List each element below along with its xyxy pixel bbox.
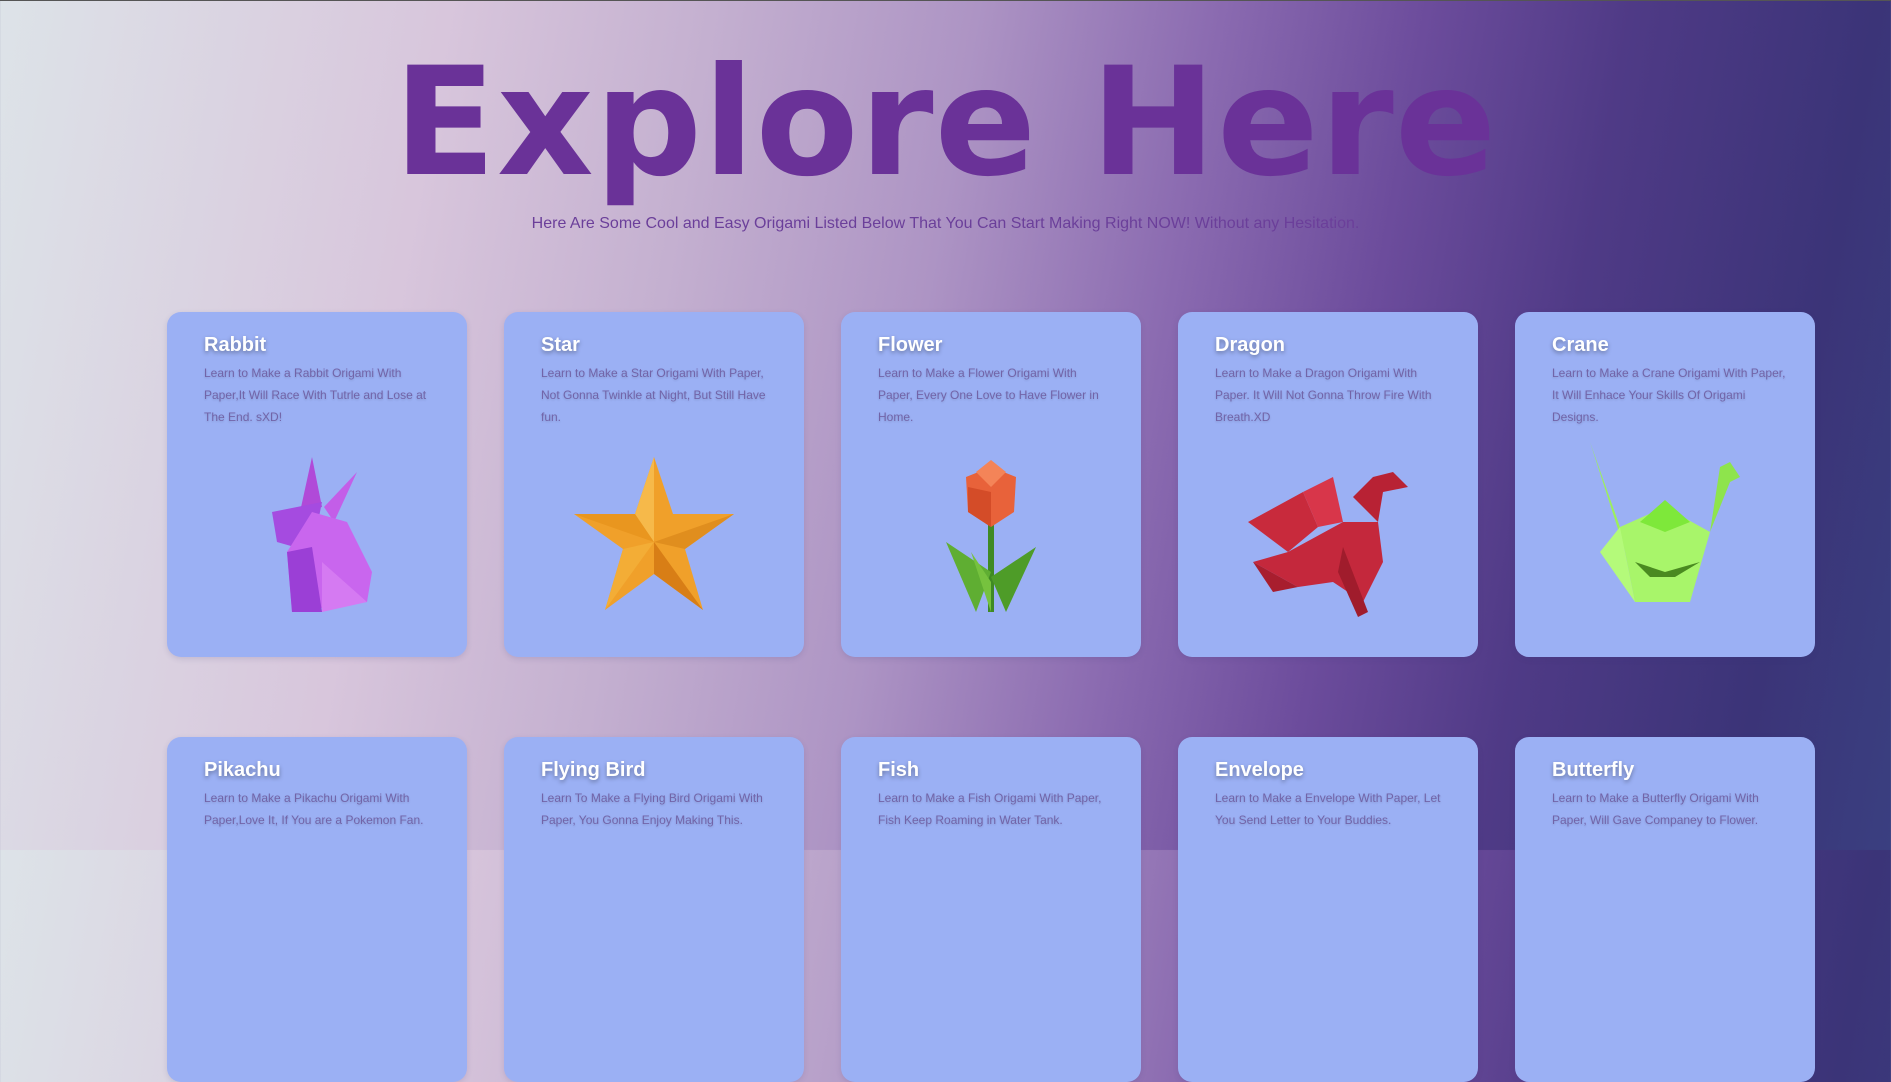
card-description: Learn to Make a Fish Origami With Paper,…	[878, 791, 1102, 827]
rabbit-origami-image	[167, 452, 467, 652]
card-title: Envelope	[1215, 759, 1304, 781]
page-subtitle: Here Are Some Cool and Easy Origami List…	[531, 215, 1360, 232]
card-title: Star	[541, 334, 580, 356]
card-flying-bird[interactable]: Flying Bird Learn To Make a Flying Bird …	[504, 737, 804, 1082]
page-title: Explore Here	[393, 36, 1498, 210]
card-title: Flying Bird	[541, 759, 646, 781]
card-description: Learn to Make a Star Origami With Paper,…	[541, 366, 766, 424]
flower-origami-image	[841, 452, 1141, 652]
card-title: Dragon	[1215, 334, 1285, 356]
card-description: Learn to Make a Dragon Origami With Pape…	[1215, 366, 1432, 424]
card-pikachu[interactable]: Pikachu Learn to Make a Pikachu Origami …	[167, 737, 467, 1082]
card-description: Learn to Make a Rabbit Origami With Pape…	[204, 366, 427, 424]
card-butterfly[interactable]: Butterfly Learn to Make a Butterfly Orig…	[1515, 737, 1815, 1082]
card-description: Learn to Make a Butterfly Origami With P…	[1552, 791, 1759, 827]
card-title: Fish	[878, 759, 920, 781]
top-border	[0, 0, 1891, 1]
card-rabbit[interactable]: Rabbit Learn to Make a Rabbit Origami Wi…	[167, 312, 467, 657]
star-origami-image	[504, 452, 804, 652]
card-description: Learn to Make a Flower Origami With Pape…	[878, 366, 1099, 424]
card-fish[interactable]: Fish Learn to Make a Fish Origami With P…	[841, 737, 1141, 1082]
card-title: Pikachu	[204, 759, 281, 781]
card-description: Learn To Make a Flying Bird Origami With…	[541, 791, 763, 827]
card-title: Butterfly	[1552, 759, 1635, 781]
card-envelope[interactable]: Envelope Learn to Make a Envelope With P…	[1178, 737, 1478, 1082]
card-title: Crane	[1552, 334, 1609, 356]
card-title: Rabbit	[204, 334, 267, 356]
card-description: Learn to Make a Envelope With Paper, Let…	[1215, 791, 1441, 827]
dragon-origami-image	[1178, 452, 1478, 652]
card-crane[interactable]: Crane Learn to Make a Crane Origami With…	[1515, 312, 1815, 657]
card-title: Flower	[878, 334, 943, 356]
card-dragon[interactable]: Dragon Learn to Make a Dragon Origami Wi…	[1178, 312, 1478, 657]
card-star[interactable]: Star Learn to Make a Star Origami With P…	[504, 312, 804, 657]
card-description: Learn to Make a Pikachu Origami With Pap…	[204, 791, 424, 827]
crane-origami-image	[1515, 442, 1815, 652]
card-flower[interactable]: Flower Learn to Make a Flower Origami Wi…	[841, 312, 1141, 657]
card-description: Learn to Make a Crane Origami With Paper…	[1552, 366, 1786, 424]
